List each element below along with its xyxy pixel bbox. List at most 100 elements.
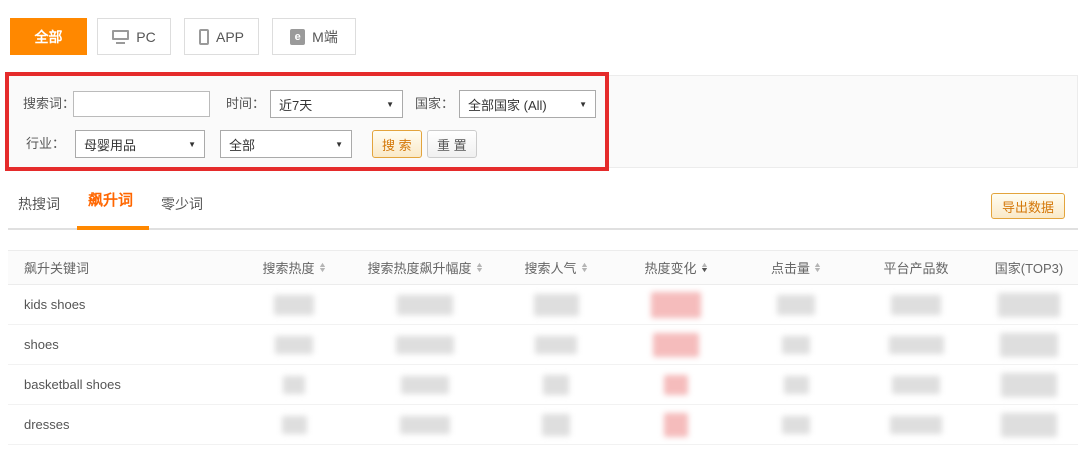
caret-down-icon: ▼ [335,140,343,149]
value-cell [238,376,350,394]
smartphone-icon [199,29,209,45]
platform-tab-all-label: 全部 [35,27,63,47]
value-cell [852,376,980,394]
search-term-label: 搜索词： [23,90,75,118]
sort-arrows-icon[interactable]: ▲▼ [319,263,326,273]
redacted-value [282,416,307,434]
redacted-value [1001,413,1057,437]
redacted-value [275,336,313,354]
value-cell [350,336,500,354]
value-cell [740,336,852,354]
column-header-label: 点击量 [771,258,810,277]
redacted-value [998,293,1060,317]
redacted-value [397,295,453,315]
reset-button[interactable]: 重 置 [427,130,477,158]
redacted-value [782,416,810,434]
platform-tab-mweb-label: M端 [312,27,338,47]
search-button[interactable]: 搜 索 [372,130,422,158]
column-header-label: 飙升关键词 [24,258,89,277]
monitor-icon [112,30,129,44]
column-header: 飙升关键词 [8,258,238,277]
value-cell [500,375,612,395]
country-select[interactable]: 全部国家 (All) ▼ [459,90,596,118]
platform-tab-app-label: APP [216,29,244,45]
column-header[interactable]: 热度变化▲▼ [612,258,740,277]
sort-arrows-icon[interactable]: ▲▼ [581,263,588,273]
time-select[interactable]: 近7天 ▼ [270,90,403,118]
search-term-input[interactable] [73,91,210,117]
column-header-label: 搜索热度 [263,258,315,277]
filter-panel: 搜索词： 时间： 近7天 ▼ 国家： 全部国家 (All) ▼ 行业： 母婴用品… [8,75,1078,168]
tab-zero-words[interactable]: 零少词 [161,190,203,219]
caret-down-icon: ▼ [386,100,394,109]
value-cell [500,414,612,436]
table-body: kids shoes shoes basketball shoes dresses [8,285,1078,445]
table-header-row: 飙升关键词搜索热度▲▼搜索热度飙升幅度▲▼搜索人气▲▼热度变化▲▼点击量▲▼平台… [8,250,1078,285]
keyword-cell: dresses [8,417,238,432]
redacted-value [283,376,305,394]
value-cell [500,336,612,354]
column-header[interactable]: 搜索热度 ▲▼ [238,258,350,277]
redacted-value [400,416,450,434]
column-header: 国家(TOP3) [980,258,1078,277]
redacted-value [889,336,944,354]
redacted-value [542,414,570,436]
country-select-value: 全部国家 (All) [468,95,547,114]
word-tabs: 热搜词 飙升词 零少词 [18,190,203,219]
keyword-cell: basketball shoes [8,377,238,392]
platform-tab-pc[interactable]: PC [97,18,171,55]
export-data-button[interactable]: 导出数据 [991,193,1065,219]
keyword-cell: kids shoes [8,297,238,312]
redacted-value [664,413,688,437]
keyword-cell: shoes [8,337,238,352]
industry-label: 行业： [26,130,65,158]
value-cell [740,416,852,434]
redacted-value [396,336,454,354]
platform-tab-all[interactable]: 全部 [10,18,87,55]
tab-surging-words[interactable]: 飙升词 [88,185,133,214]
table-row: dresses [8,405,1078,445]
redacted-value [664,375,688,395]
value-cell [238,295,350,315]
value-cell [238,336,350,354]
sort-arrows-icon[interactable]: ▲▼ [701,263,708,273]
value-cell [612,292,740,318]
word-tabs-row: 热搜词 飙升词 零少词 导出数据 [8,190,1078,220]
value-cell [612,413,740,437]
redacted-value [274,295,314,315]
value-cell [350,416,500,434]
active-tab-indicator [77,226,149,230]
table-row: basketball shoes [8,365,1078,405]
sort-arrows-icon[interactable]: ▲▼ [814,263,821,273]
column-header-label: 平台产品数 [883,258,948,277]
redacted-value [543,375,569,395]
redacted-value [891,295,941,315]
redacted-value [535,336,577,354]
platform-tab-mweb[interactable]: e M端 [272,18,356,55]
value-cell [238,416,350,434]
sort-arrows-icon[interactable]: ▲▼ [476,263,483,273]
industry-select[interactable]: 母婴用品 ▼ [75,130,205,158]
redacted-value [1000,333,1058,357]
redacted-value [1001,373,1057,397]
value-cell [852,336,980,354]
redacted-value [890,416,942,434]
value-cell [980,333,1078,357]
platform-tab-app[interactable]: APP [184,18,259,55]
tabs-divider [8,228,1078,230]
industry-select-value: 母婴用品 [84,135,136,154]
category-select[interactable]: 全部 ▼ [220,130,352,158]
column-header-label: 搜索人气 [525,258,577,277]
tab-hot-words[interactable]: 热搜词 [18,190,60,219]
column-header-label: 搜索热度飙升幅度 [368,258,472,277]
value-cell [350,295,500,315]
platform-tabs: 全部 PC APP e M端 [10,18,356,55]
value-cell [350,376,500,394]
country-label: 国家： [415,90,454,118]
redacted-value [651,292,701,318]
column-header[interactable]: 搜索热度飙升幅度 ▲▼ [350,258,500,277]
mobile-web-icon: e [290,29,305,45]
column-header[interactable]: 搜索人气 ▲▼ [500,258,612,277]
column-header[interactable]: 点击量 ▲▼ [740,258,852,277]
keywords-table: 飙升关键词搜索热度▲▼搜索热度飙升幅度▲▼搜索人气▲▼热度变化▲▼点击量▲▼平台… [8,250,1078,445]
